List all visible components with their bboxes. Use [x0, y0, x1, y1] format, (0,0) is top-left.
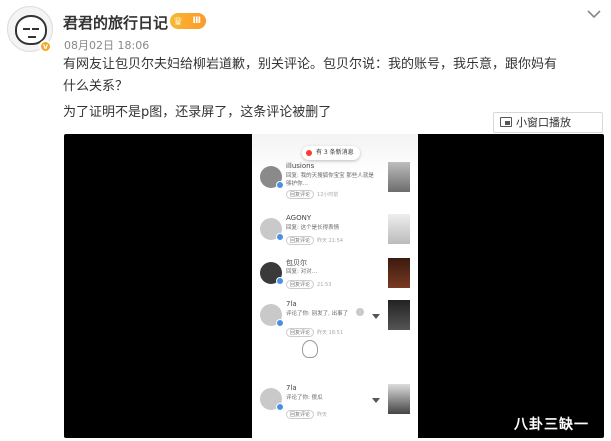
triangle-down-icon [372, 398, 380, 403]
crown-icon: ♛ [173, 15, 183, 28]
vip-level: Ⅲ [192, 16, 201, 26]
comment-author: 7la [286, 300, 297, 308]
chevron-down-icon[interactable] [585, 8, 603, 20]
comment-thumbnail [388, 384, 410, 414]
comment-thumbnail [388, 258, 410, 288]
comment-author: AGONY [286, 214, 312, 222]
comment-meta: 回复评论 昨天 [286, 410, 327, 419]
comment-text: 评论了你: 傻瓜 [286, 395, 323, 401]
comment-text: 回复: 我的天搜狐你宝宝 那些人就是够护你… [286, 173, 374, 187]
comment-author: illusions [286, 162, 315, 170]
comment-text: 回复: 这个是长得表情 [286, 225, 340, 231]
post-text-line: 有网友让包贝尔夫妇给柳岩道歉，别关评论。包贝尔说：我的账号，我乐意，跟你妈有 [63, 57, 558, 72]
mascot-sticker-icon [302, 340, 318, 358]
comment-author: 包贝尔 [286, 259, 307, 267]
comment-thumbnail [388, 214, 410, 244]
post-text-line: 什么关系？ [63, 79, 129, 94]
mini-window-label: 小窗口播放 [516, 116, 571, 129]
avatar [260, 166, 284, 189]
avatar [260, 304, 284, 327]
avatar [260, 262, 284, 285]
comment-meta: 回复评论 21:53 [286, 280, 331, 289]
comment-meta: 回复评论 昨天 18:51 [286, 328, 343, 337]
triangle-down-icon [372, 314, 380, 319]
watermark: 八卦三缺一 [514, 417, 589, 433]
comment-meta: 回复评论 昨天 21:54 [286, 236, 343, 245]
post-time[interactable]: 08月02日 18:06 [64, 37, 149, 53]
avatar [260, 218, 284, 241]
comment-meta: 回复评论 12小时前 [286, 190, 338, 199]
video-player[interactable]: 有 3 条新消息 illusions 回复: 我的天搜狐你宝宝 那些人就是够护你… [64, 134, 604, 438]
comment-thumbnail [388, 162, 410, 192]
comment-text: 回复: 对对… [286, 269, 318, 275]
picture-in-picture-icon [500, 117, 512, 127]
vip-badge[interactable]: ♛ Ⅲ [170, 13, 206, 29]
comment-thumbnail [388, 300, 410, 330]
post-text-line: 为了证明不是p图，还录屏了，这条评论被删了 [63, 105, 332, 120]
new-message-pill: 有 3 条新消息 [302, 146, 360, 160]
phone-screen-recording: 有 3 条新消息 illusions 回复: 我的天搜狐你宝宝 那些人就是够护你… [252, 134, 418, 438]
username[interactable]: 君君的旅行日记 [63, 12, 168, 33]
verified-badge-icon: v [39, 40, 52, 53]
comment-author: 7la [286, 384, 297, 392]
avatar [260, 388, 284, 411]
mini-window-play-button[interactable]: 小窗口播放 [493, 112, 603, 133]
touch-pointer-icon [356, 308, 364, 316]
